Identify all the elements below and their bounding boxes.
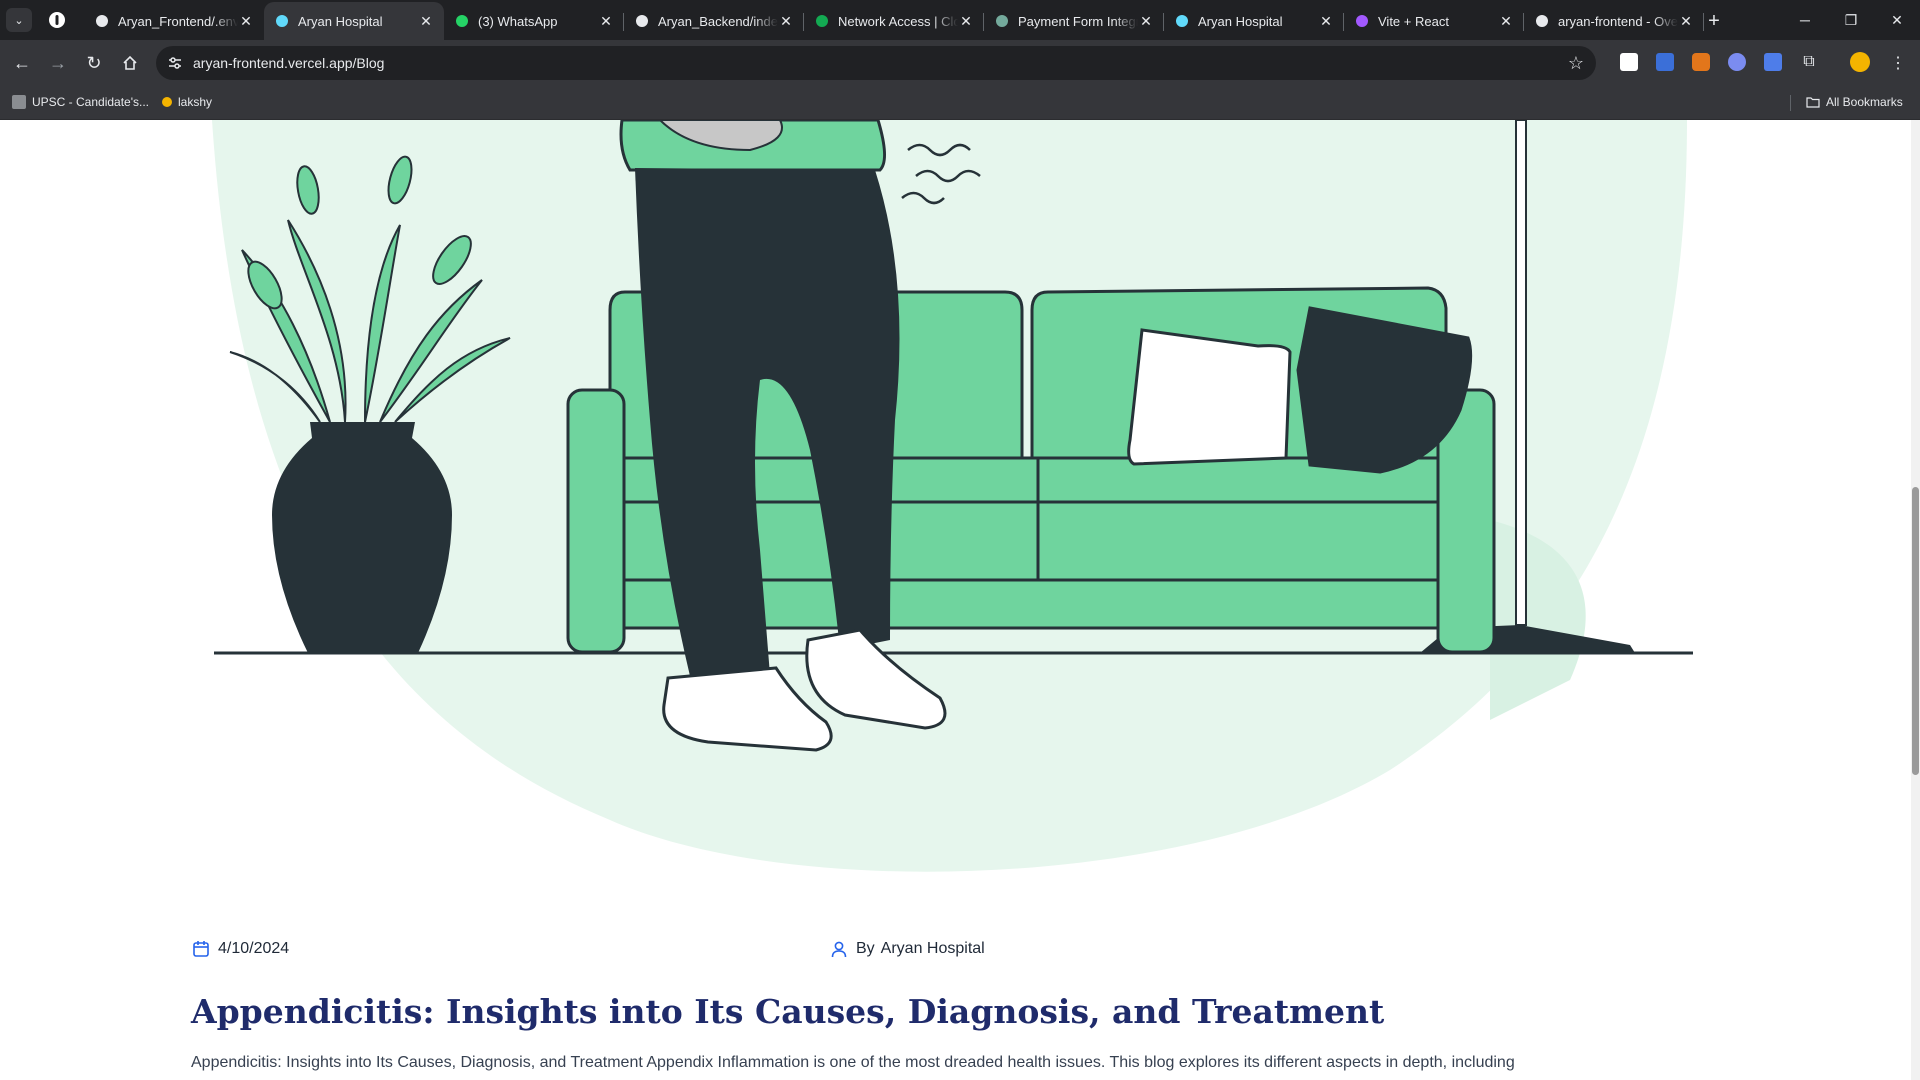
all-bookmarks-button[interactable]: All Bookmarks [1806, 95, 1903, 109]
close-tab-icon[interactable]: ✕ [598, 13, 614, 29]
github-icon [634, 13, 650, 29]
close-tab-icon[interactable]: ✕ [1138, 13, 1154, 29]
whatsapp-icon [454, 13, 470, 29]
github-icon [94, 13, 110, 29]
password-manager-icon [49, 12, 65, 28]
vercel-icon [1534, 13, 1550, 29]
tab-title: Aryan Hospital [1198, 13, 1283, 29]
tab-title: Network Access | Cloud [838, 13, 958, 29]
plus-icon: + [1708, 9, 1720, 32]
reload-icon: ↻ [86, 52, 102, 73]
react-icon [274, 13, 290, 29]
tab-title: (3) WhatsApp [478, 13, 558, 29]
extension-b-icon[interactable] [1620, 53, 1638, 71]
author-prefix: By [856, 940, 875, 957]
react-icon [1174, 13, 1190, 29]
tab-title: aryan-frontend - Overview [1558, 13, 1678, 29]
close-tab-icon[interactable]: ✕ [1318, 13, 1334, 29]
browser-tab[interactable]: Aryan_Frontend/.env ✕ [84, 2, 264, 40]
tab-title: Aryan_Frontend/.env [118, 13, 238, 29]
post-author: By Aryan Hospital [830, 940, 985, 958]
forward-button[interactable]: → [44, 49, 72, 77]
close-tab-icon[interactable]: ✕ [418, 13, 434, 29]
upsc-icon [12, 95, 26, 109]
all-bookmarks-label: All Bookmarks [1826, 95, 1903, 109]
browser-tab[interactable]: Aryan Hospital ✕ [1164, 2, 1344, 40]
back-button[interactable]: ← [8, 49, 36, 77]
metamask-icon[interactable] [1692, 53, 1710, 71]
browser-tab[interactable]: aryan-frontend - Overview✕ [1524, 2, 1704, 40]
close-tab-icon[interactable]: ✕ [238, 13, 254, 29]
screen-capture-icon[interactable] [1764, 53, 1782, 71]
browser-tab[interactable]: Aryan_Backend/index ✕ [624, 2, 804, 40]
browser-tab[interactable]: Aryan Hospital ✕ [264, 2, 444, 40]
tab-title: Payment Form Integration [1018, 13, 1138, 29]
close-tab-icon[interactable]: ✕ [958, 13, 974, 29]
extensions-puzzle-icon[interactable]: ⧉ [1800, 53, 1818, 71]
chevron-down-icon: ⌄ [14, 14, 24, 27]
star-icon: ☆ [1567, 52, 1585, 73]
browser-tab[interactable]: Payment Form Integration✕ [984, 2, 1164, 40]
pinned-tab[interactable] [46, 9, 68, 31]
restore-button[interactable]: ❐ [1828, 0, 1874, 40]
arrow-left-icon: ← [13, 52, 31, 73]
chatgpt-icon [994, 13, 1010, 29]
browser-tab[interactable]: (3) WhatsApp ✕ [444, 2, 624, 40]
tab-search-button[interactable]: ⌄ [6, 8, 32, 32]
arrow-right-icon: → [49, 52, 67, 73]
url-text[interactable]: aryan-frontend.vercel.app/Blog [193, 55, 384, 71]
lakshy-icon [162, 97, 172, 107]
close-tab-icon[interactable]: ✕ [1678, 13, 1694, 29]
extension-cursor-icon[interactable] [1656, 53, 1674, 71]
vite-icon [1354, 13, 1370, 29]
address-bar[interactable]: aryan-frontend.vercel.app/Blog ☆ [156, 46, 1596, 80]
bookmark-label: lakshy [178, 95, 213, 109]
scrollbar-thumb[interactable] [1912, 487, 1919, 775]
hero-illustration [212, 120, 1693, 872]
new-tab-button[interactable]: + [1702, 9, 1726, 33]
site-settings-icon[interactable] [166, 54, 184, 72]
tab-strip: ⌄ Aryan_Frontend/.env ✕ Aryan Hospital ✕ (3)… [0, 0, 1920, 40]
browser-toolbar: ← → ↻ aryan-frontend.vercel.app/Blog ☆ ⧉… [0, 40, 1920, 86]
post-date-text: 4/10/2024 [218, 940, 290, 957]
blog-page: 4/10/2024 By Aryan Hospital Appendicitis… [0, 120, 1920, 1080]
calendar-icon [193, 941, 209, 957]
tab-title: Aryan Hospital [298, 13, 383, 29]
close-window-button[interactable]: ✕ [1874, 0, 1920, 40]
profile-avatar[interactable] [1850, 52, 1870, 72]
post-excerpt: Appendicitis: Insights into Its Causes, … [191, 1054, 1515, 1071]
close-tab-icon[interactable]: ✕ [778, 13, 794, 29]
bookmark-upsc[interactable]: UPSC - Candidate's... [12, 95, 149, 109]
minimize-icon: ─ [1800, 12, 1810, 28]
minimize-button[interactable]: ─ [1782, 0, 1828, 40]
browser-tab[interactable]: Network Access | Cloud✕ [804, 2, 984, 40]
close-tab-icon[interactable]: ✕ [1498, 13, 1514, 29]
reload-button[interactable]: ↻ [80, 49, 108, 77]
close-icon: ✕ [1891, 11, 1903, 28]
post-date: 4/10/2024 [192, 940, 289, 958]
home-icon [123, 55, 137, 70]
post-title[interactable]: Appendicitis: Insights into Its Causes, … [191, 992, 1384, 1031]
bookmark-label: UPSC - Candidate's... [32, 95, 150, 109]
folder-icon [1806, 97, 1820, 108]
bookmarks-divider [1790, 95, 1791, 111]
home-button[interactable] [116, 49, 144, 77]
browser-menu-button[interactable]: ⋮ [1884, 49, 1912, 77]
tab-title: Aryan_Backend/index [658, 13, 778, 29]
browser-tab[interactable]: Vite + React ✕ [1344, 2, 1524, 40]
restore-icon: ❐ [1844, 11, 1858, 28]
tab-list: Aryan_Frontend/.env ✕ Aryan Hospital ✕ (3) W… [84, 2, 1704, 40]
bookmark-star-button[interactable]: ☆ [1566, 53, 1586, 73]
tab-title: Vite + React [1378, 13, 1449, 29]
mongodb-leaf-icon [814, 13, 830, 29]
bookmarks-bar: UPSC - Candidate's... lakshy All Bookmar… [0, 86, 1920, 120]
bookmark-lakshy[interactable]: lakshy [162, 95, 212, 109]
author-name: Aryan Hospital [880, 940, 985, 957]
kebab-menu-icon: ⋮ [1890, 55, 1906, 72]
page-scrollbar[interactable] [1911, 120, 1920, 1080]
user-icon [831, 941, 847, 958]
extension-circle-icon[interactable] [1728, 53, 1746, 71]
